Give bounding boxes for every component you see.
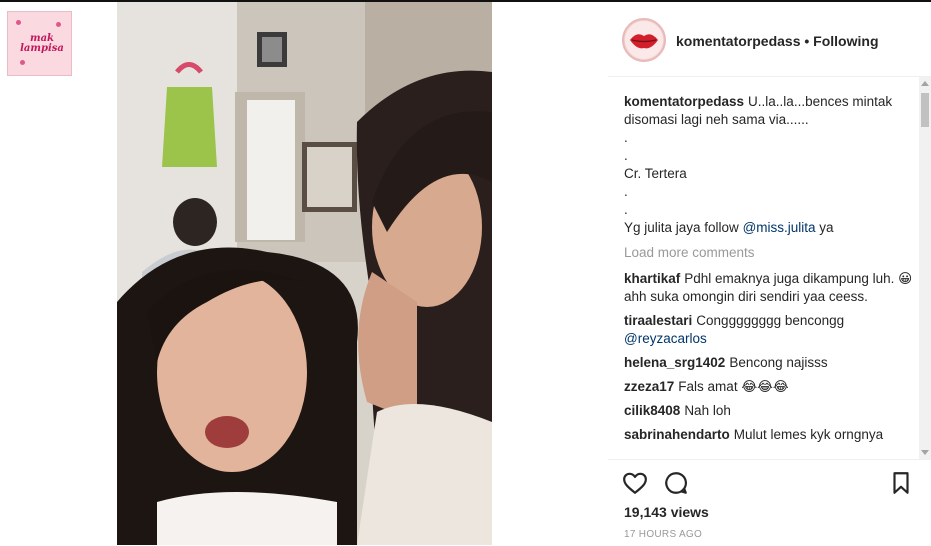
comment-bubble-icon[interactable]: [663, 470, 689, 496]
comment-username[interactable]: cilik8408: [624, 403, 680, 418]
lips-logo-icon: [625, 21, 663, 59]
heart-icon[interactable]: [622, 470, 648, 496]
post-header: komentatorpedass • Following: [608, 2, 931, 77]
caption-line: .: [624, 130, 628, 145]
header-username-line: komentatorpedass • Following: [676, 33, 879, 49]
caption: komentatorpedass U..la..la...bences minta…: [624, 93, 919, 237]
caption-line: .: [624, 202, 628, 217]
thumbnail-logo-text: mak lampisa: [20, 33, 64, 54]
comment-username[interactable]: sabrinahendarto: [624, 427, 730, 442]
decor-dot: [56, 22, 61, 27]
decor-dot: [20, 60, 25, 65]
header-separator: •: [800, 33, 814, 49]
caption-mention-link[interactable]: @miss.julita: [743, 220, 816, 235]
comment-username[interactable]: zzeza17: [624, 379, 674, 394]
scrollbar-thumb[interactable]: [921, 93, 929, 127]
comment-username[interactable]: tiraalestari: [624, 313, 692, 328]
decor-dot: [16, 20, 21, 25]
comment-item: sabrinahendarto Mulut lemes kyk orngnya: [624, 426, 919, 444]
post-video[interactable]: [117, 2, 492, 545]
post-panel: komentatorpedass • Following komentatorp…: [608, 2, 931, 545]
comment-text: Fals amat 😂😂😂: [678, 379, 789, 394]
comment-text: Bencong najisss: [729, 355, 828, 370]
post-actions: 19,143 views 17 HOURS AGO: [608, 459, 931, 546]
comment-item: helena_srg1402 Bencong najisss: [624, 354, 919, 372]
avatar[interactable]: [622, 18, 666, 62]
caption-line: Cr. Tertera: [624, 166, 687, 181]
caption-username[interactable]: komentatorpedass: [624, 94, 744, 109]
view-count[interactable]: 19,143 views: [624, 504, 709, 520]
post-timestamp[interactable]: 17 HOURS AGO: [624, 529, 702, 540]
header-username[interactable]: komentatorpedass: [676, 33, 800, 49]
caption-line: .: [624, 184, 628, 199]
caption-final-prefix: Yg julita jaya follow: [624, 220, 743, 235]
profile-thumbnail[interactable]: mak lampisa: [7, 11, 72, 76]
comments-scrollbar[interactable]: [919, 77, 931, 459]
comment-item: cilik8408 Nah loh: [624, 402, 919, 420]
scroll-down-arrow-icon[interactable]: [921, 450, 929, 455]
comment-username[interactable]: khartikaf: [624, 271, 680, 286]
comment-text: Congggggggg bencongg: [696, 313, 845, 328]
following-button[interactable]: Following: [813, 33, 878, 49]
comment-item: zzeza17 Fals amat 😂😂😂: [624, 378, 919, 396]
comment-item: tiraalestari Congggggggg bencongg @reyzac…: [624, 312, 919, 348]
scroll-up-arrow-icon[interactable]: [921, 81, 929, 86]
bookmark-icon[interactable]: [888, 470, 914, 496]
comment-text: Nah loh: [684, 403, 731, 418]
comment-item: khartikaf Pdhl emaknya juga dikampung luh…: [624, 270, 919, 306]
comments-list[interactable]: komentatorpedass U..la..la...bences minta…: [608, 77, 919, 459]
video-frame: [117, 2, 492, 545]
caption-final-line: Yg julita jaya follow @miss.julita ya: [624, 219, 913, 237]
comment-username[interactable]: helena_srg1402: [624, 355, 725, 370]
comment-text: Mulut lemes kyk orngnya: [733, 427, 884, 442]
caption-final-suffix: ya: [815, 220, 834, 235]
comment-mention-link[interactable]: @reyzacarlos: [624, 331, 707, 346]
load-more-comments-button[interactable]: Load more comments: [624, 245, 919, 260]
caption-line: .: [624, 148, 628, 163]
